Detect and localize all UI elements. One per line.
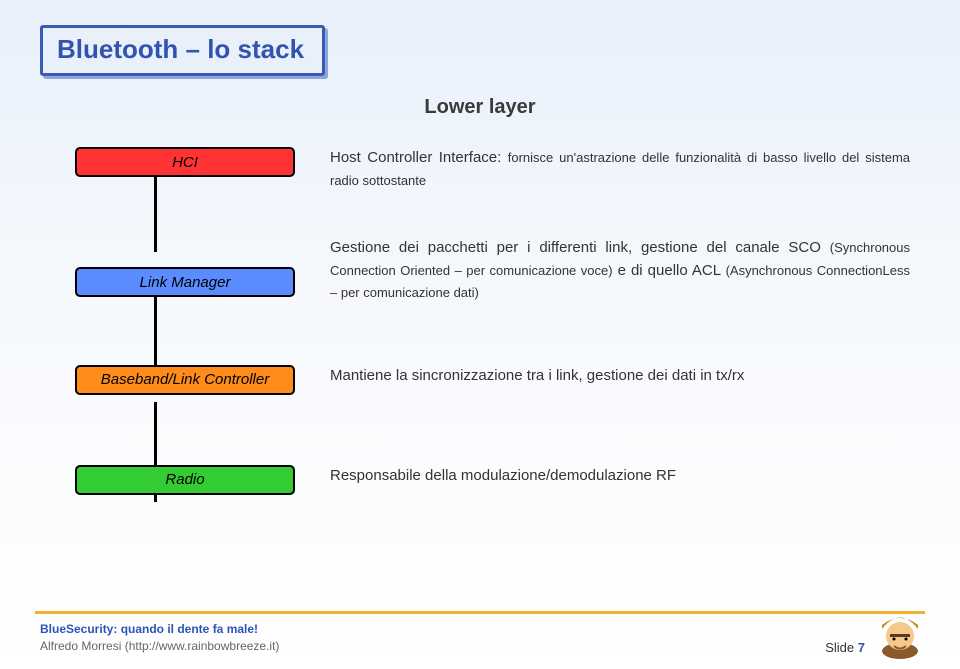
title-box: Bluetooth – lo stack bbox=[40, 25, 325, 76]
subtitle: Lower layer bbox=[40, 96, 920, 119]
avatar-icon bbox=[870, 601, 930, 661]
slide-number: Slide 7 bbox=[825, 640, 865, 655]
block-link-manager: Link Manager bbox=[75, 267, 295, 297]
footer-title: BlueSecurity: quando il dente fa male! bbox=[40, 621, 279, 638]
block-baseband: Baseband/Link Controller bbox=[75, 365, 295, 395]
desc-baseband: Mantiene la sincronizzazione tra i link,… bbox=[300, 365, 910, 395]
desc-hci: Host Controller Interface: fornisce un'a… bbox=[300, 147, 910, 192]
slide-title: Bluetooth – lo stack bbox=[57, 34, 304, 64]
desc-radio: Responsabile della modulazione/demodulaz… bbox=[300, 465, 910, 495]
stack-diagram: HCI Host Controller Interface: fornisce … bbox=[40, 147, 920, 495]
footer-divider bbox=[35, 611, 925, 614]
block-radio: Radio bbox=[75, 465, 295, 495]
block-hci: HCI bbox=[75, 147, 295, 177]
footer: BlueSecurity: quando il dente fa male! A… bbox=[40, 621, 920, 655]
desc-link-manager: Gestione dei pacchetti per i differenti … bbox=[300, 237, 910, 305]
footer-author: Alfredo Morresi (http://www.rainbowbreez… bbox=[40, 638, 279, 655]
